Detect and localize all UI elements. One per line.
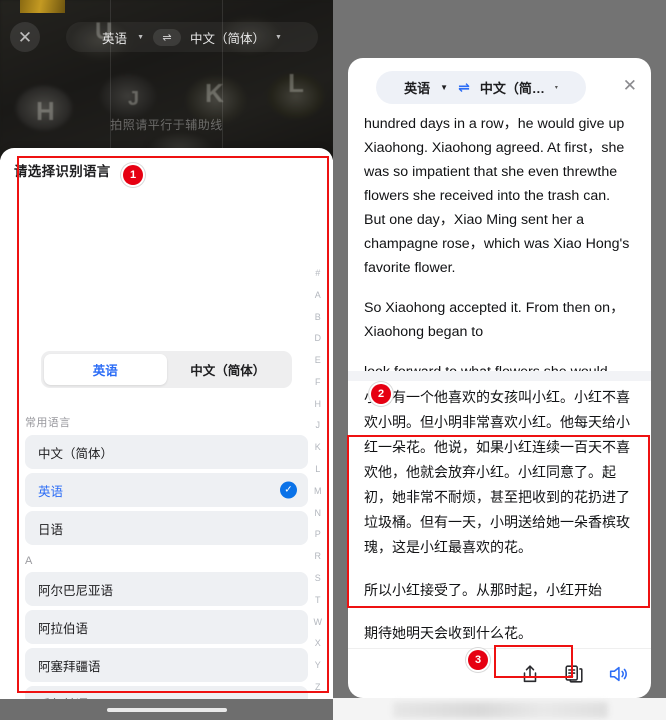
translation-header: 英语 ▼ ⇌ 中文（简… ▾ ✕	[348, 58, 651, 114]
source-text-block[interactable]: hundred days in a row，he would give up X…	[348, 118, 651, 371]
key-glyph-l: L	[288, 68, 304, 98]
index-letter[interactable]: H	[315, 399, 322, 409]
close-icon[interactable]: ✕	[623, 77, 637, 94]
right-phone-screen: 英语 ▼ ⇌ 中文（简… ▾ ✕ hundred days in a row，h…	[333, 0, 666, 720]
target-language[interactable]: 中文（简…	[480, 78, 545, 97]
right-home-band	[333, 698, 666, 720]
camera-target-language[interactable]: 中文（简体）	[190, 28, 265, 47]
annotation-badge-1: 1	[123, 165, 143, 185]
index-letter[interactable]: P	[315, 529, 321, 539]
speaker-icon[interactable]	[607, 663, 629, 685]
segment-chinese[interactable]: 中文（简体）	[167, 354, 290, 385]
share-icon[interactable]	[519, 663, 541, 685]
annotation-badge-2: 2	[371, 384, 391, 404]
close-icon[interactable]: ✕	[10, 22, 40, 52]
camera-viewfinder: H U J K L ✕ 英语 ▼ ⇌ 中文（简体） ▼ 拍照请平行于辅助线	[0, 0, 333, 160]
list-item[interactable]: 阿尔巴尼亚语	[25, 572, 308, 606]
chevron-down-icon-source: ▼	[440, 83, 449, 92]
index-letter[interactable]: E	[315, 355, 321, 365]
translation-toolbar	[348, 648, 651, 698]
list-item[interactable]: 日语	[25, 511, 308, 545]
swap-icon[interactable]: ⇌	[458, 79, 470, 96]
index-letter[interactable]: L	[315, 464, 320, 474]
list-item[interactable]: 阿拉伯语	[25, 610, 308, 644]
source-paragraph: So Xiaohong accepted it. From then on，Xi…	[364, 300, 625, 340]
index-letter[interactable]: T	[315, 595, 321, 605]
language-name: 阿拉伯语	[38, 621, 89, 636]
index-letter[interactable]: Y	[315, 660, 321, 670]
list-item[interactable]: 英语 ✓	[25, 473, 308, 507]
home-indicator	[106, 707, 227, 712]
language-name: 阿塞拜疆语	[38, 659, 101, 674]
left-phone-screen: H U J K L ✕ 英语 ▼ ⇌ 中文（简体） ▼ 拍照请平行于辅助线 请选…	[0, 0, 333, 720]
chevron-down-icon-target: ▾	[554, 85, 558, 91]
key-glyph-k: K	[205, 78, 224, 108]
source-language[interactable]: 英语	[404, 78, 430, 97]
chevron-down-icon-source: ▼	[137, 33, 144, 41]
index-letter[interactable]: X	[315, 638, 321, 648]
index-letter[interactable]: N	[315, 508, 322, 518]
index-letter[interactable]: S	[315, 573, 321, 583]
camera-language-bar[interactable]: 英语 ▼ ⇌ 中文（简体） ▼	[66, 22, 318, 52]
index-letter[interactable]: F	[315, 377, 321, 387]
swap-icon[interactable]: ⇌	[153, 28, 181, 46]
check-icon: ✓	[280, 481, 297, 499]
segment-english[interactable]: 英语	[44, 354, 167, 385]
language-picker-sheet: 请选择识别语言 英语 中文（简体） 常用语言 中文（简体） 英语 ✓ 日语 A	[0, 148, 333, 699]
language-pill[interactable]: 英语 ▼ ⇌ 中文（简… ▾	[376, 71, 586, 104]
index-letter[interactable]: #	[315, 268, 320, 278]
group-label-a: A	[25, 555, 33, 567]
translated-paragraph: 小明有一个他喜欢的女孩叫小红。小红不喜欢小明。但小明非常喜欢小红。他每天给小红一…	[364, 390, 630, 556]
language-segmented-control[interactable]: 英语 中文（简体）	[41, 351, 292, 388]
language-name: 日语	[38, 522, 64, 537]
index-letter[interactable]: B	[315, 312, 321, 322]
list-item[interactable]: 阿塞拜疆语	[25, 648, 308, 682]
index-letter[interactable]: W	[314, 617, 323, 627]
translated-paragraph: 期待她明天会收到什么花。	[364, 626, 532, 642]
language-name: 阿尔巴尼亚语	[38, 583, 114, 598]
source-paragraph: hundred days in a row，he would give up X…	[364, 118, 630, 276]
alphabet-index-scrubber[interactable]: # A B D E F H J K L M N P R S T W X Y Z	[310, 268, 326, 692]
translated-text-block[interactable]: 小明有一个他喜欢的女孩叫小红。小红不喜欢小明。但小明非常喜欢小红。他每天给小红一…	[348, 386, 651, 651]
index-letter[interactable]: J	[316, 420, 321, 430]
index-letter[interactable]: Z	[315, 682, 321, 692]
language-name: 英语	[38, 484, 64, 499]
chevron-down-icon-target: ▼	[275, 33, 282, 41]
screenshot-root: H U J K L ✕ 英语 ▼ ⇌ 中文（简体） ▼ 拍照请平行于辅助线 请选…	[0, 0, 666, 720]
language-list[interactable]: 常用语言 中文（简体） 英语 ✓ 日语 A 阿尔巴尼亚语 阿拉伯语 阿塞拜疆语	[0, 408, 333, 699]
translation-card: 英语 ▼ ⇌ 中文（简… ▾ ✕ hundred days in a row，h…	[348, 58, 651, 698]
camera-hint-text: 拍照请平行于辅助线	[110, 118, 223, 132]
annotation-badge-3: 3	[468, 650, 488, 670]
source-paragraph: look forward to what flowers she would	[364, 360, 635, 371]
list-item[interactable]: 爱尔兰语	[25, 686, 308, 699]
index-letter[interactable]: M	[314, 486, 322, 496]
language-name: 中文（简体）	[38, 446, 114, 461]
key-glyph-j: J	[128, 88, 140, 110]
index-letter[interactable]: R	[315, 551, 322, 561]
translated-paragraph: 所以小红接受了。从那时起，小红开始	[364, 583, 602, 599]
camera-source-language[interactable]: 英语	[102, 28, 127, 47]
index-letter[interactable]: A	[315, 290, 321, 300]
list-item[interactable]: 中文（简体）	[25, 435, 308, 469]
section-divider	[348, 371, 651, 381]
blurred-home-content	[393, 702, 608, 718]
index-letter[interactable]: K	[315, 442, 321, 452]
index-letter[interactable]: D	[315, 333, 322, 343]
group-label-common: 常用语言	[25, 417, 71, 429]
status-highlight-bar	[20, 0, 65, 13]
copy-icon[interactable]	[563, 663, 585, 685]
page-title: 请选择识别语言	[14, 164, 111, 179]
left-home-band	[0, 699, 333, 720]
